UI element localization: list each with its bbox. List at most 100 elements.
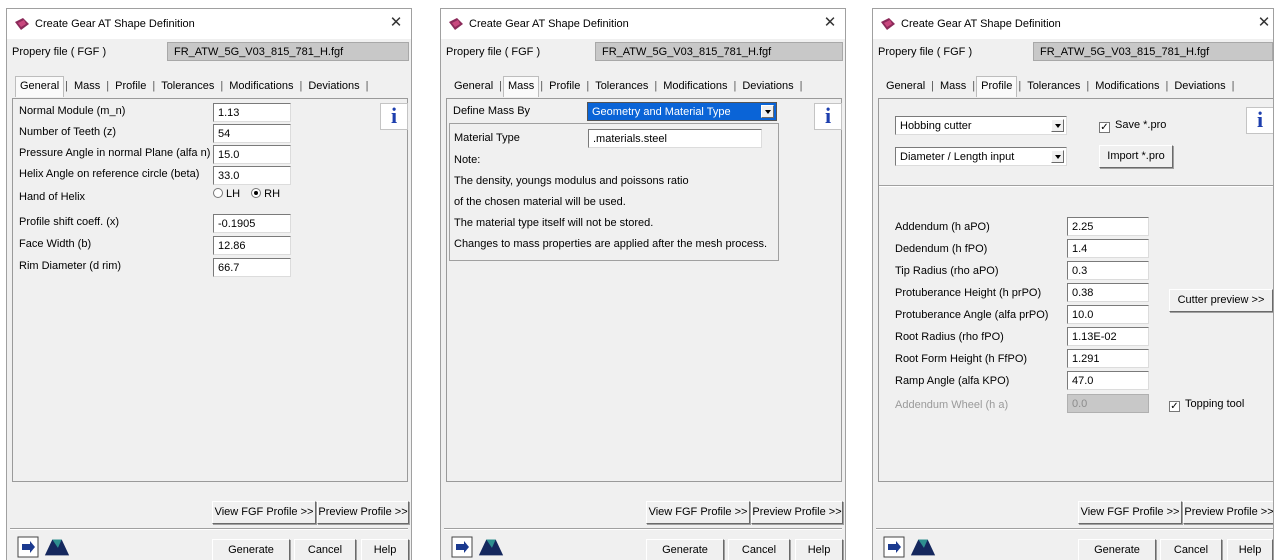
preview-profile-button[interactable]: Preview Profile >> [317,501,409,524]
gear-model-icon[interactable] [477,536,505,558]
rim-diameter-input[interactable]: 66.7 [213,258,291,277]
cutter-type-select[interactable]: Hobbing cutter [895,116,1067,135]
help-button[interactable]: Help [1227,539,1273,560]
radio-lh[interactable]: LH [213,188,240,200]
tab-separator: | [1231,80,1235,92]
tab-general[interactable]: General [449,76,498,96]
radio-button[interactable] [251,188,262,198]
gear-model-icon[interactable] [43,536,71,558]
input-mode-select[interactable]: Diameter / Length input [895,147,1067,166]
export-icon[interactable] [17,536,39,558]
helix-angle-input[interactable]: 33.0 [213,166,291,185]
pressure-angle-input[interactable]: 15.0 [213,145,291,164]
cancel-button[interactable]: Cancel [728,539,790,560]
normal-module-input[interactable]: 1.13 [213,103,291,122]
tab-modifications[interactable]: Modifications [224,76,298,96]
number-of-teeth-input[interactable]: 54 [213,124,291,143]
app-logo-icon [15,18,29,30]
view-fgf-profile-button[interactable]: View FGF Profile >> [646,501,750,524]
mass-panel: Define Mass By Geometry and Material Typ… [446,98,842,482]
profile-shift-input[interactable]: -0.1905 [213,214,291,233]
field-label: Ramp Angle (alfa KPO) [895,375,1010,387]
close-icon[interactable]: ✕ [387,14,405,32]
tab-mass[interactable]: Mass [69,76,105,96]
tab-deviations[interactable]: Deviations [1169,76,1230,96]
help-button[interactable]: Help [361,539,409,560]
protuberance-angle-input[interactable]: 10.0 [1067,305,1149,324]
chevron-down-icon[interactable] [1051,119,1064,132]
property-file-label: Propery file ( FGF ) [12,46,107,58]
property-file-label: Propery file ( FGF ) [446,46,541,58]
chevron-down-icon[interactable] [761,105,774,118]
export-icon[interactable] [883,536,905,558]
generate-button[interactable]: Generate [1078,539,1156,560]
property-file-field[interactable]: FR_ATW_5G_V03_815_781_H.fgf [595,42,843,61]
face-width-input[interactable]: 12.86 [213,236,291,255]
view-fgf-profile-button[interactable]: View FGF Profile >> [1078,501,1182,524]
radio-button[interactable] [213,188,223,198]
property-file-field[interactable]: FR_ATW_5G_V03_815_781_H.fgf [1033,42,1273,61]
window-title: Create Gear AT Shape Definition [469,18,629,30]
preview-profile-button[interactable]: Preview Profile >> [751,501,843,524]
view-fgf-profile-button[interactable]: View FGF Profile >> [212,501,316,524]
protuberance-height-input[interactable]: 0.38 [1067,283,1149,302]
import-pro-button[interactable]: Import *.pro [1099,145,1173,168]
dialog-profile: Create Gear AT Shape Definition ✕ Proper… [872,8,1274,560]
tip-radius-input[interactable]: 0.3 [1067,261,1149,280]
dedendum-input[interactable]: 1.4 [1067,239,1149,258]
generate-button[interactable]: Generate [212,539,290,560]
tab-profile[interactable]: Profile [544,76,585,96]
property-file-field[interactable]: FR_ATW_5G_V03_815_781_H.fgf [167,42,409,61]
tab-deviations[interactable]: Deviations [303,76,364,96]
tab-mass[interactable]: Mass [503,76,540,97]
tab-general[interactable]: General [881,76,930,96]
tab-modifications[interactable]: Modifications [658,76,732,96]
tab-deviations[interactable]: Deviations [737,76,798,96]
tab-tolerances[interactable]: Tolerances [1022,76,1085,96]
checkbox-box[interactable]: ✓ [1169,401,1180,412]
chevron-down-icon[interactable] [1051,150,1064,163]
cancel-button[interactable]: Cancel [294,539,356,560]
root-form-height-input[interactable]: 1.291 [1067,349,1149,368]
info-icon[interactable]: i [380,103,408,130]
addendum-input[interactable]: 2.25 [1067,217,1149,236]
property-file-row: Propery file ( FGF ) FR_ATW_5G_V03_815_7… [7,40,411,64]
ramp-angle-input[interactable]: 47.0 [1067,371,1149,390]
checkbox-box[interactable]: ✓ [1099,122,1110,133]
root-radius-input[interactable]: 1.13E-02 [1067,327,1149,346]
tab-modifications[interactable]: Modifications [1090,76,1164,96]
preview-profile-button[interactable]: Preview Profile >> [1183,501,1273,524]
tab-profile[interactable]: Profile [110,76,151,96]
tab-mass[interactable]: Mass [935,76,971,96]
window-title: Create Gear AT Shape Definition [35,18,195,30]
app-logo-icon [881,18,895,30]
tab-tolerances[interactable]: Tolerances [156,76,219,96]
material-type-input[interactable]: .materials.steel [588,129,762,148]
cutter-preview-button[interactable]: Cutter preview >> [1169,289,1273,312]
info-icon[interactable]: i [814,103,842,130]
export-icon[interactable] [451,536,473,558]
field-label: Root Radius (rho fPO) [895,331,1004,343]
window-title: Create Gear AT Shape Definition [901,18,1061,30]
info-icon[interactable]: i [1246,107,1273,134]
cancel-button[interactable]: Cancel [1160,539,1222,560]
tab-general[interactable]: General [15,76,65,97]
define-mass-select[interactable]: Geometry and Material Type [587,102,777,121]
radio-rh[interactable]: RH [251,188,280,200]
divider [876,528,1273,530]
topping-tool-checkbox[interactable]: ✓ Topping tool [1169,398,1244,412]
dialog-mass: Create Gear AT Shape Definition ✕ Proper… [440,8,846,560]
field-label: Number of Teeth (z) [19,126,117,138]
close-icon[interactable]: ✕ [821,14,839,32]
field-label: Addendum (h aPO) [895,221,990,233]
field-label: Protuberance Height (h prPO) [895,287,1042,299]
help-button[interactable]: Help [795,539,843,560]
generate-button[interactable]: Generate [646,539,724,560]
tab-bar: General | Mass | Profile | Tolerances | Modifica… [15,76,370,98]
field-label: Dedendum (h fPO) [895,243,988,255]
tab-tolerances[interactable]: Tolerances [590,76,653,96]
save-pro-checkbox[interactable]: ✓ Save *.pro [1099,119,1166,133]
close-icon[interactable]: ✕ [1255,14,1273,32]
gear-model-icon[interactable] [909,536,937,558]
tab-profile[interactable]: Profile [976,76,1018,97]
